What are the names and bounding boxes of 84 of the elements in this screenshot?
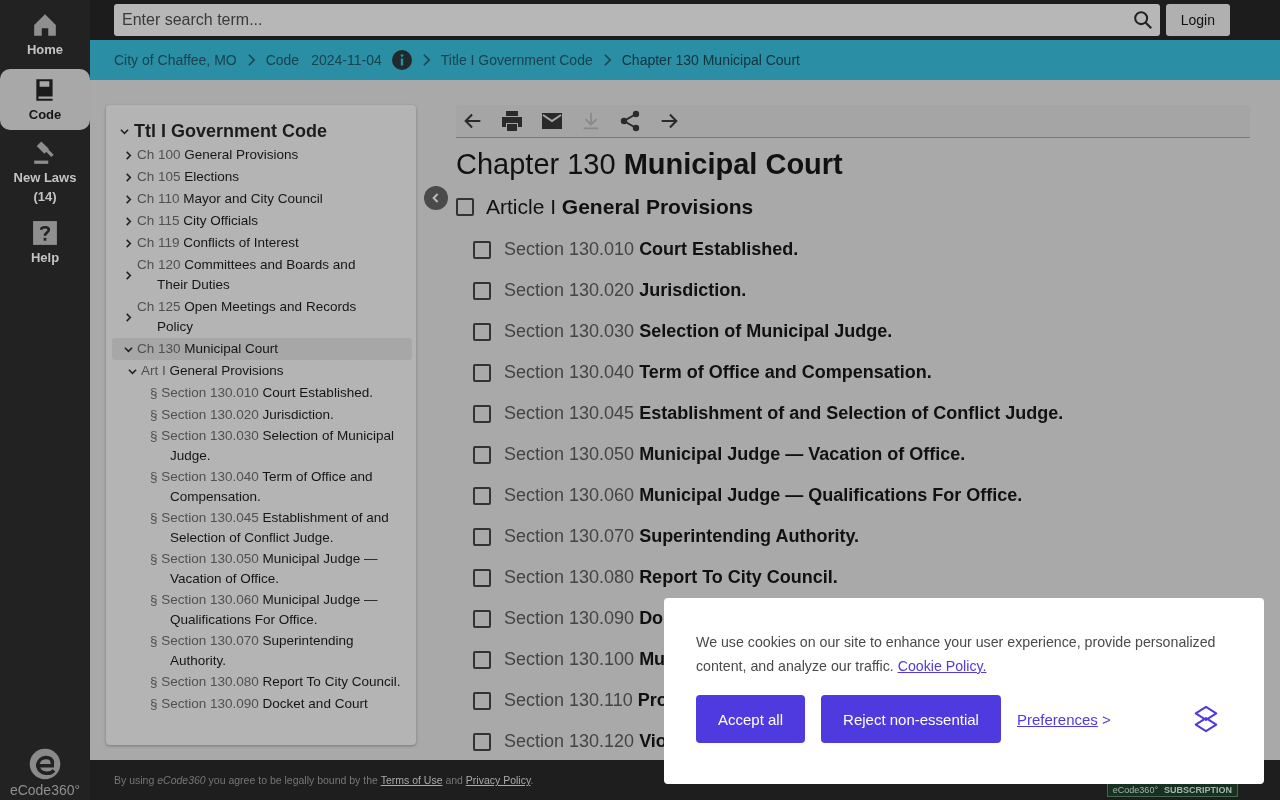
breadcrumb-current: Chapter 130 Municipal Court — [621, 52, 800, 68]
toc-item[interactable]: § Section 130.030 Selection of Municipal Judge. — [112, 425, 412, 466]
chevron-right-icon[interactable] — [124, 172, 133, 182]
chevron-down-icon[interactable] — [128, 366, 137, 376]
print-icon[interactable] — [500, 109, 524, 133]
collapse-button[interactable] — [424, 186, 448, 210]
chevron-right-icon — [421, 53, 431, 67]
checkbox[interactable] — [473, 609, 491, 628]
toc-item[interactable]: § Section 130.050 Municipal Judge — Vacation of Office. — [112, 548, 412, 589]
toc-item[interactable]: Ch 100 General Provisions — [112, 144, 412, 166]
chevron-right-icon[interactable] — [124, 238, 133, 248]
reject-button[interactable]: Reject non-essential — [821, 695, 1001, 743]
section-link[interactable]: Section 130.100 Mu — [504, 649, 666, 670]
toc-item[interactable]: § Section 130.090 Docket and Court — [112, 692, 412, 714]
section-link[interactable]: Section 130.070 Superintending Authority. — [504, 526, 860, 547]
section-link[interactable]: Section 130.040 Term of Office and Compensation. — [504, 362, 932, 383]
chevron-right-icon — [602, 53, 612, 67]
ecode360-logo[interactable]: eCode360° — [9, 746, 81, 800]
section-link[interactable]: Section 130.030 Selection of Municipal Judge. — [504, 321, 893, 342]
chevron-right-icon[interactable] — [124, 194, 133, 204]
chevron-down-icon[interactable] — [120, 127, 129, 136]
toc-item[interactable]: Ch 119 Conflicts of Interest — [112, 232, 412, 254]
toc-item[interactable]: Ch 105 Elections — [112, 166, 412, 188]
checkbox[interactable] — [473, 650, 491, 669]
help-icon — [32, 220, 58, 246]
chapter-heading: Chapter 130 Municipal Court — [456, 148, 844, 181]
section-link[interactable]: Section 130.010 Court Established. — [504, 239, 799, 260]
checkbox[interactable] — [473, 404, 491, 423]
terms-link[interactable]: Terms of Use — [380, 774, 443, 786]
toc-item[interactable]: Ch 120 Committees and Boards and Their Duties — [112, 254, 412, 296]
checkbox[interactable] — [473, 732, 491, 751]
home-icon — [32, 12, 58, 38]
rail-item[interactable]: Help — [0, 216, 90, 271]
section-link[interactable]: Section 130.045 Establishment of and Selection of Conflict Judge. — [504, 403, 1064, 424]
toc-item[interactable]: § Section 130.060 Municipal Judge — Qualifications For Office. — [112, 589, 412, 630]
chevron-right-icon[interactable] — [124, 216, 133, 226]
search-icon[interactable] — [1131, 9, 1154, 31]
checkbox[interactable] — [473, 445, 491, 464]
chevron-right-icon[interactable] — [124, 270, 133, 280]
toc-item[interactable]: Ch 130 Municipal Court — [112, 338, 412, 360]
toc-item[interactable]: § Section 130.020 Jurisdiction. — [112, 403, 412, 425]
rail-item[interactable]: New Laws (14) — [0, 136, 90, 210]
rail-item[interactable]: Home — [0, 8, 90, 63]
toc-item[interactable]: § Section 130.070 Superintending Authority. — [112, 630, 412, 671]
checkbox[interactable] — [473, 281, 491, 300]
toc-item[interactable]: § Section 130.040 Term of Office and Compensation. — [112, 466, 412, 507]
section-link[interactable]: Section 130.080 Report To City Council. — [504, 567, 838, 588]
checkbox[interactable] — [473, 322, 491, 341]
toc-item[interactable]: § Section 130.045 Establishment of and Selection of Conflict Judge. — [112, 507, 412, 548]
checkbox[interactable] — [473, 568, 491, 587]
accept-button[interactable]: Accept all — [696, 695, 806, 743]
chevron-left-icon[interactable] — [432, 193, 440, 203]
rail-item[interactable]: Code — [0, 69, 90, 130]
chevron-right-icon[interactable] — [124, 312, 133, 322]
toc-item[interactable]: Ch 110 Mayor and City Council — [112, 188, 412, 210]
toc-item[interactable]: § Section 130.010 Court Established. — [112, 382, 412, 404]
section-link[interactable]: Section 130.050 Municipal Judge — Vacation of Office. — [504, 444, 966, 465]
toc-item[interactable]: § Section 130.080 Report To City Council. — [112, 671, 412, 693]
legal-notice: By using eCode360 you agree to be legally bound by the Terms of Use and Privacy Policy. — [114, 774, 534, 786]
article-link[interactable]: Article I General Provisions — [486, 195, 754, 219]
share-icon[interactable] — [618, 109, 642, 133]
checkbox[interactable] — [456, 198, 474, 216]
section-link[interactable]: Section 130.060 Municipal Judge — Qualifications For Office. — [504, 485, 1023, 506]
section-link[interactable]: Section 130.020 Jurisdiction. — [504, 280, 747, 301]
cookie-policy-link[interactable]: Cookie Policy. — [897, 658, 987, 674]
toc-item[interactable]: Ch 115 City Officials — [112, 210, 412, 232]
preferences-link[interactable]: Preferences > — [1016, 710, 1111, 728]
search-field[interactable]: Enter search term... — [114, 4, 1160, 36]
checkbox[interactable] — [473, 363, 491, 382]
checkbox[interactable] — [473, 240, 491, 259]
checkbox[interactable] — [473, 486, 491, 505]
info-icon[interactable] — [391, 50, 412, 70]
checkbox[interactable] — [473, 691, 491, 710]
toc-item[interactable]: Ch 125 Open Meetings and Records Policy — [112, 296, 412, 338]
cookie-message: We use cookies on our site to enhance your user experience, provide personalized content, and analyze our traffic. Cookie Policy. — [696, 633, 1217, 676]
toc-title[interactable]: Ttl I Government Code — [112, 121, 412, 142]
chevron-right-icon[interactable] — [124, 150, 133, 160]
section-link[interactable]: Section 130.090 Do — [504, 608, 664, 629]
toc-item[interactable]: Art I General Provisions — [112, 360, 412, 382]
chevron-right-icon — [246, 53, 256, 67]
checkbox[interactable] — [473, 527, 491, 546]
login-button[interactable]: Login — [1165, 4, 1230, 36]
consent-logo-icon — [1192, 705, 1220, 733]
chevron-down-icon[interactable] — [124, 344, 133, 354]
